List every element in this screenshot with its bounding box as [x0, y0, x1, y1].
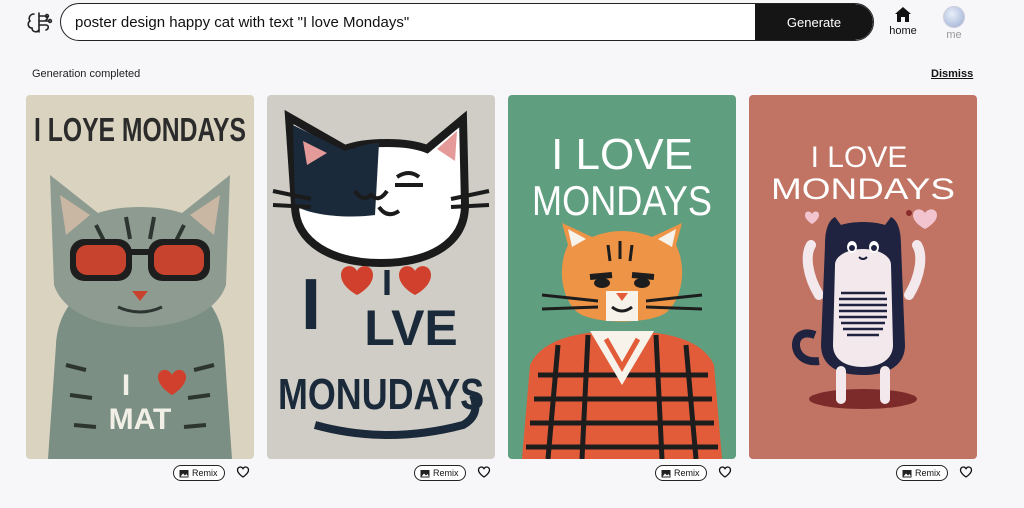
heart-outline-icon[interactable]	[959, 465, 973, 479]
card-actions: Remix	[267, 459, 495, 489]
generated-poster-image[interactable]: I LOVE MONDAYS	[508, 95, 736, 459]
generated-poster-image[interactable]: I LOYE MONDAYS I MAT	[26, 95, 254, 459]
image-remix-icon	[179, 469, 189, 477]
poster-text-love: LVE	[364, 300, 458, 356]
image-remix-icon	[420, 469, 430, 477]
heart-outline-icon[interactable]	[236, 465, 250, 479]
nav-me-label: me	[946, 29, 962, 41]
heart-outline-icon[interactable]	[718, 465, 732, 479]
status-message: Generation completed	[32, 68, 141, 80]
poster-text-big-i: I	[301, 265, 321, 345]
result-card: I I LVE MONUDAYS Remix	[267, 95, 495, 489]
generated-poster-image[interactable]: I LOVE MONDAYS	[749, 95, 977, 459]
result-card: I LOVE MONDAYS Remix	[508, 95, 736, 489]
heart-outline-icon[interactable]	[477, 465, 491, 479]
nav-home-label: home	[889, 25, 917, 37]
poster-text-line2: MONDAYS	[532, 177, 712, 224]
poster-text-line2: MONDAYS	[771, 173, 955, 206]
result-card: I LOYE MONDAYS I MAT Remix	[26, 95, 254, 489]
image-remix-icon	[661, 469, 671, 477]
remix-label: Remix	[192, 468, 218, 478]
image-remix-icon	[902, 469, 912, 477]
poster-headline: I LOYE MONDAYS	[34, 111, 246, 148]
poster-text-mondays: MONUDAYS	[278, 370, 484, 419]
generated-poster-image[interactable]: I I LVE MONUDAYS	[267, 95, 495, 459]
poster-text-mat: MAT	[109, 403, 172, 436]
avatar	[943, 6, 965, 28]
poster-text-line1: I LOVE	[811, 141, 908, 174]
remix-button[interactable]: Remix	[414, 465, 466, 481]
poster-text-i: I	[122, 369, 130, 402]
generate-button[interactable]: Generate	[755, 4, 873, 40]
prompt-input[interactable]	[61, 4, 755, 40]
dismiss-link[interactable]: Dismiss	[931, 68, 973, 80]
poster-text-line1: I LOVE	[551, 130, 693, 179]
poster-text-small-i: I	[382, 262, 392, 303]
top-bar: Generate home me	[0, 0, 1024, 46]
nav-me[interactable]: me	[936, 6, 972, 41]
brain-logo-icon[interactable]	[26, 9, 54, 37]
home-icon	[895, 7, 911, 22]
prompt-search-bar: Generate	[60, 3, 874, 41]
card-actions: Remix	[508, 459, 736, 489]
remix-label: Remix	[915, 468, 941, 478]
card-actions: Remix	[749, 459, 977, 489]
result-card: I LOVE MONDAYS Remix	[749, 95, 977, 489]
card-actions: Remix	[26, 459, 254, 489]
remix-label: Remix	[433, 468, 459, 478]
remix-button[interactable]: Remix	[655, 465, 707, 481]
remix-button[interactable]: Remix	[173, 465, 225, 481]
remix-button[interactable]: Remix	[896, 465, 948, 481]
remix-label: Remix	[674, 468, 700, 478]
nav-home[interactable]: home	[884, 6, 922, 37]
